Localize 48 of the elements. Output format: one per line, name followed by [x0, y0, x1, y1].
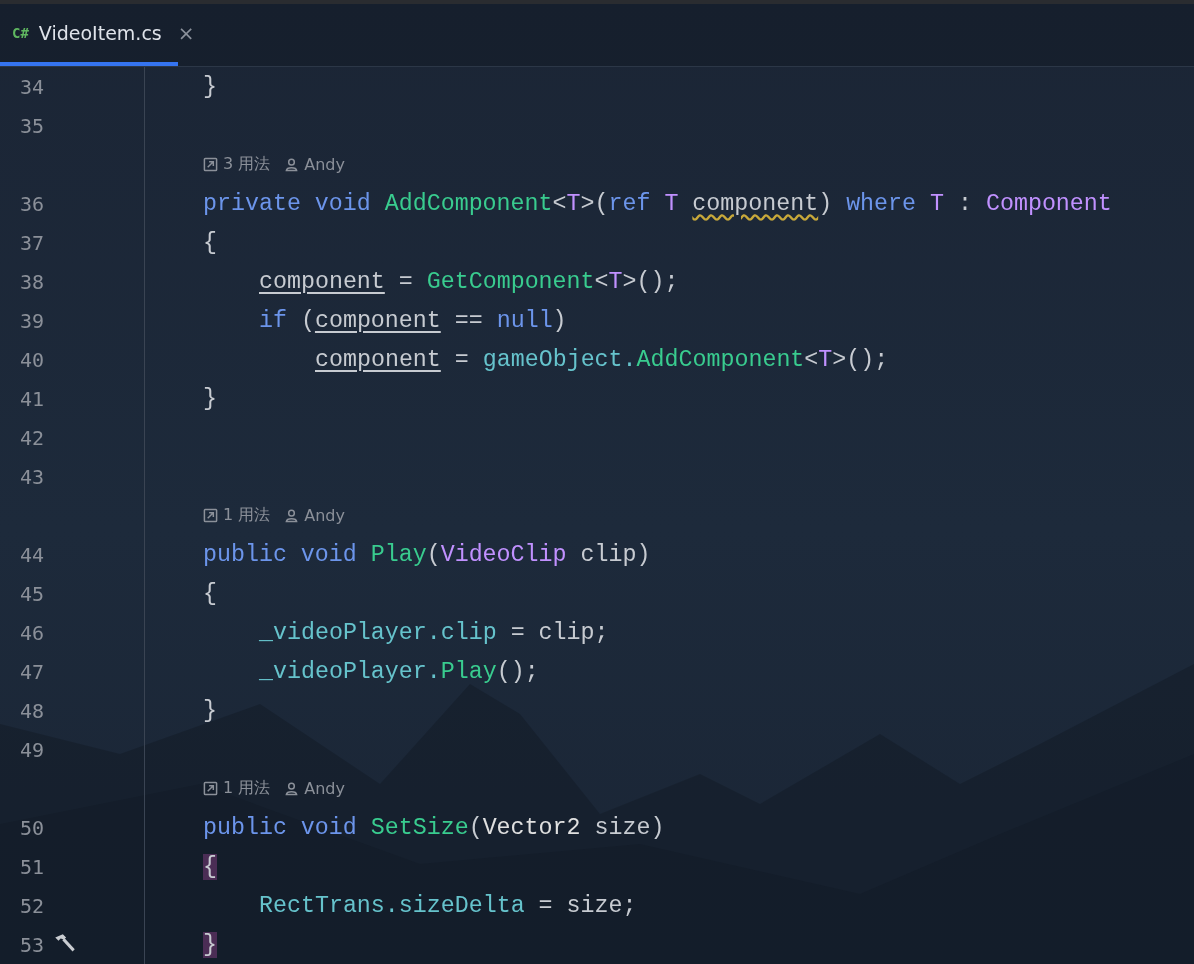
line-number: 51 — [18, 854, 44, 879]
line-number: 45 — [18, 581, 44, 606]
code-line: public void SetSize(Vector2 size) — [203, 814, 665, 841]
line-number: 38 — [18, 269, 44, 294]
code-line: { — [203, 580, 217, 607]
line-number: 49 — [18, 737, 44, 762]
code-line: component = GetComponent<T>(); — [259, 268, 679, 295]
person-icon — [284, 508, 300, 523]
line-number: 37 — [18, 230, 44, 255]
line-number: 39 — [18, 308, 44, 333]
jump-arrow-icon — [203, 508, 218, 523]
code-line: } — [203, 385, 217, 412]
line-number: 50 — [18, 815, 44, 840]
code-line: { — [203, 229, 217, 256]
csharp-file-icon: C# — [12, 25, 29, 41]
usages-link[interactable]: 3 用法 — [203, 154, 271, 175]
author-link[interactable]: Andy — [284, 155, 345, 174]
line-number: 46 — [18, 620, 44, 645]
line-number: 42 — [18, 425, 44, 450]
line-number: 43 — [18, 464, 44, 489]
line-number: 40 — [18, 347, 44, 372]
jump-arrow-icon — [203, 157, 218, 172]
usages-link[interactable]: 1 用法 — [203, 778, 271, 799]
code-line: if (component == null) — [259, 307, 567, 334]
line-number: 52 — [18, 893, 44, 918]
close-tab-button[interactable]: × — [177, 21, 195, 45]
line-number: 41 — [18, 386, 44, 411]
code-line: private void AddComponent<T>(ref T component) where T : Component — [203, 190, 1112, 217]
person-icon — [284, 781, 300, 796]
person-icon — [284, 157, 300, 172]
code-line: } — [203, 73, 217, 100]
author-link[interactable]: Andy — [284, 779, 345, 798]
line-number: 36 — [18, 191, 44, 216]
code-line: RectTrans.sizeDelta = size; — [259, 892, 637, 919]
line-number: 47 — [18, 659, 44, 684]
line-number: 35 — [18, 113, 44, 138]
author-link[interactable]: Andy — [284, 506, 345, 525]
usages-link[interactable]: 1 用法 — [203, 505, 271, 526]
code-line: _videoPlayer.Play(); — [259, 658, 539, 685]
line-number: 44 — [18, 542, 44, 567]
code-line: public void Play(VideoClip clip) — [203, 541, 651, 568]
jump-arrow-icon — [203, 781, 218, 796]
code-line: } — [203, 697, 217, 724]
line-number: 34 — [18, 74, 44, 99]
line-number: 48 — [18, 698, 44, 723]
line-number: 53 — [18, 932, 44, 957]
code-line: _videoPlayer.clip = clip; — [259, 619, 609, 646]
code-line: component = gameObject.AddComponent<T>(); — [315, 346, 889, 373]
